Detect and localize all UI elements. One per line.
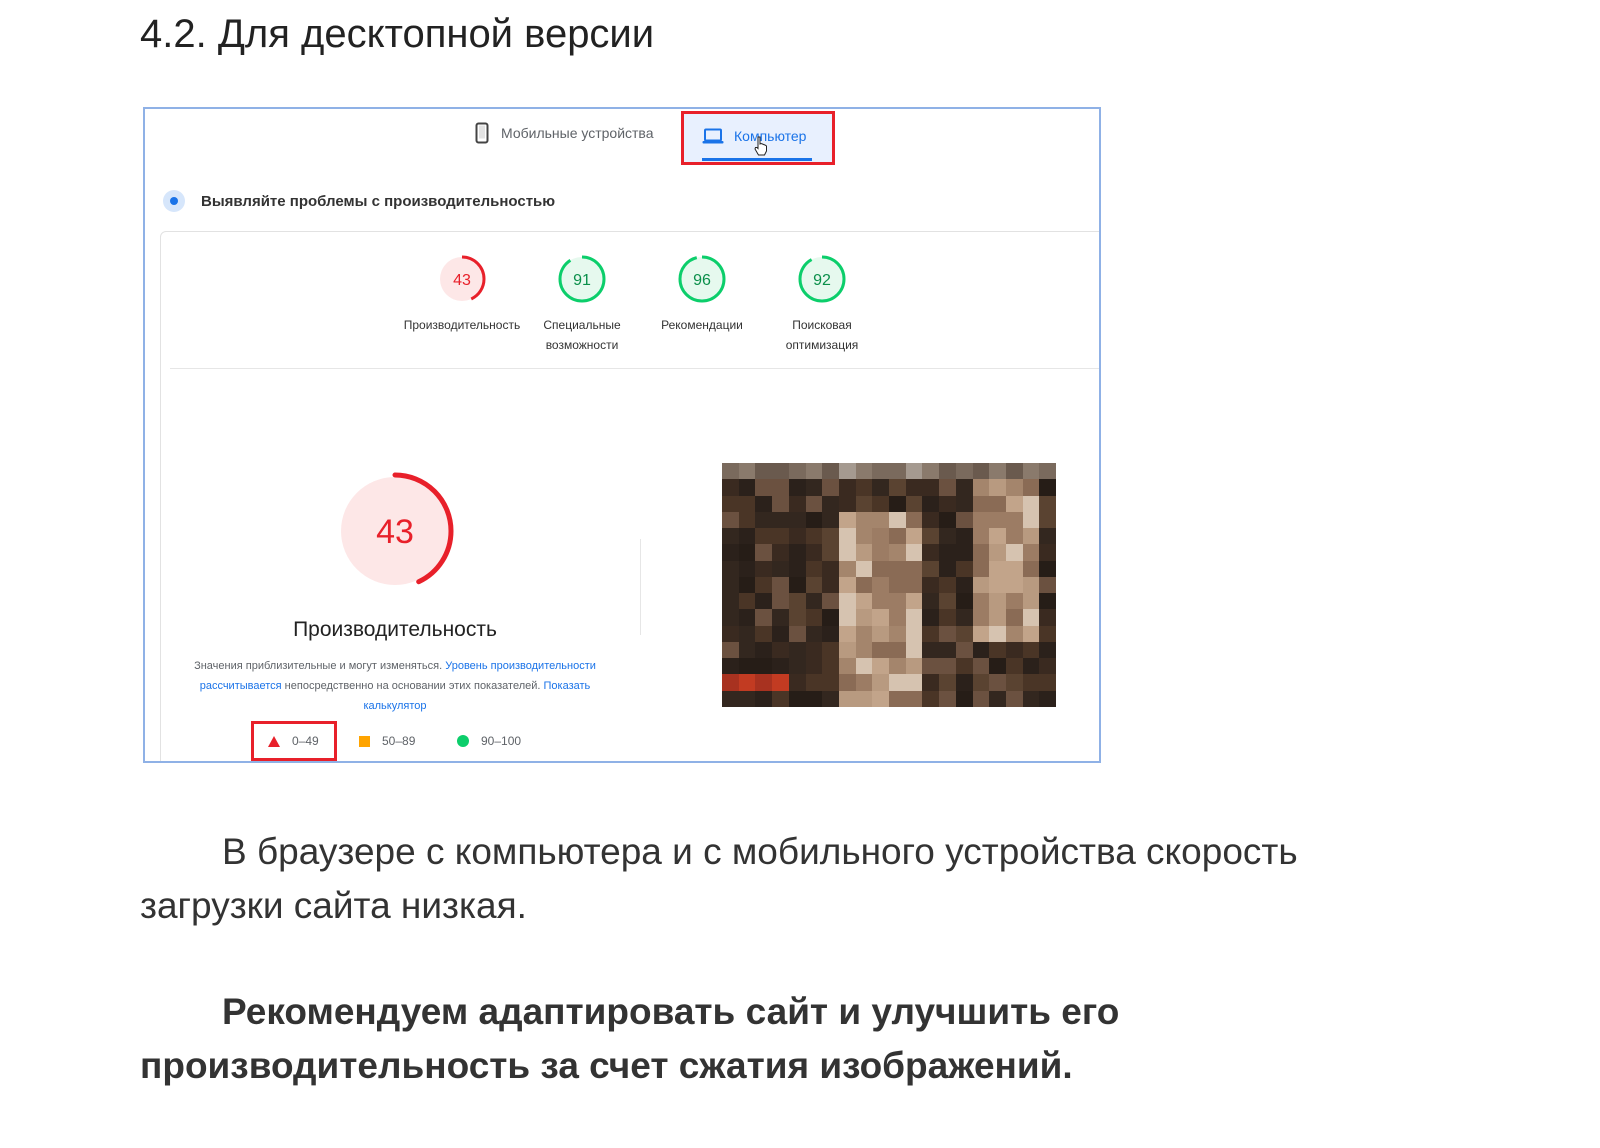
score-caption-line: Производительность bbox=[403, 318, 521, 332]
score-caption-line: Рекомендации bbox=[661, 318, 743, 332]
score-value: 91 bbox=[573, 272, 591, 289]
performance-note: Значения приблизительные и могут изменят… bbox=[185, 656, 605, 716]
tab-desktop[interactable]: Компьютер bbox=[681, 111, 835, 165]
legend-item-good: 90–100 bbox=[457, 721, 521, 761]
score-caption: Рекомендации bbox=[637, 315, 767, 335]
legend-range: 0–49 bbox=[292, 734, 319, 748]
section-title: Выявляйте проблемы с производительностью bbox=[163, 190, 555, 212]
page-preview-image bbox=[722, 463, 1056, 707]
score-caption: Поисковая оптимизация bbox=[757, 315, 887, 355]
tab-mobile[interactable]: Мобильные устройства bbox=[475, 122, 654, 144]
performance-value: 43 bbox=[376, 513, 414, 551]
tab-active-indicator bbox=[702, 158, 812, 161]
score-gauge[interactable]: 92 Поисковая оптимизация bbox=[757, 253, 887, 355]
legend-item-average: 50–89 bbox=[359, 721, 415, 761]
section-title-label: Выявляйте проблемы с производительностью bbox=[201, 192, 556, 210]
score-value: 43 bbox=[453, 272, 471, 289]
score-caption: Производительность bbox=[397, 315, 527, 335]
legend-range: 90–100 bbox=[481, 734, 522, 748]
score-caption-line: возможности bbox=[545, 338, 619, 352]
hand-cursor-icon bbox=[754, 136, 767, 156]
section-heading: 4.2. Для десктопной версии bbox=[140, 12, 655, 56]
score-caption-line: Специальные bbox=[543, 318, 621, 332]
score-value: 92 bbox=[813, 272, 831, 289]
triangle-icon bbox=[268, 735, 280, 747]
square-icon bbox=[359, 735, 370, 747]
score-caption: Специальные возможности bbox=[517, 315, 647, 355]
performance-title: Производительность bbox=[293, 618, 497, 641]
divider-vertical bbox=[640, 539, 641, 635]
note-text-2: непосредственно на основании этих показа… bbox=[281, 680, 544, 692]
divider bbox=[170, 368, 1099, 369]
performance-gauge-large: 43 bbox=[333, 469, 457, 598]
paragraph-recommendation: Рекомендуем адаптировать сайт и улучшить… bbox=[140, 991, 1120, 1086]
laptop-icon bbox=[702, 128, 724, 144]
pagespeed-screenshot: Мобильные устройства Компьютер Выявляйте… bbox=[143, 107, 1101, 763]
legend-item-bad: 0–49 bbox=[251, 721, 337, 761]
status-dot-icon bbox=[163, 190, 185, 212]
score-caption-line: Поисковая bbox=[792, 318, 852, 332]
score-value: 96 bbox=[693, 272, 711, 289]
smartphone-icon bbox=[475, 122, 489, 144]
score-gauge[interactable]: 96 Рекомендации bbox=[637, 253, 767, 335]
paragraph-conclusion: В браузере с компьютера и с мобильного у… bbox=[140, 831, 1298, 926]
note-text-1: Значения приблизительные и могут изменят… bbox=[194, 660, 446, 672]
tab-mobile-label: Мобильные устройства bbox=[501, 125, 654, 141]
score-caption-line: оптимизация bbox=[785, 338, 859, 352]
legend-range: 50–89 bbox=[382, 734, 416, 748]
score-gauge[interactable]: 43 Производительность bbox=[397, 253, 527, 335]
tab-desktop-label: Компьютер bbox=[734, 128, 807, 144]
score-gauge[interactable]: 91 Специальные возможности bbox=[517, 253, 647, 355]
circle-icon bbox=[457, 735, 469, 747]
